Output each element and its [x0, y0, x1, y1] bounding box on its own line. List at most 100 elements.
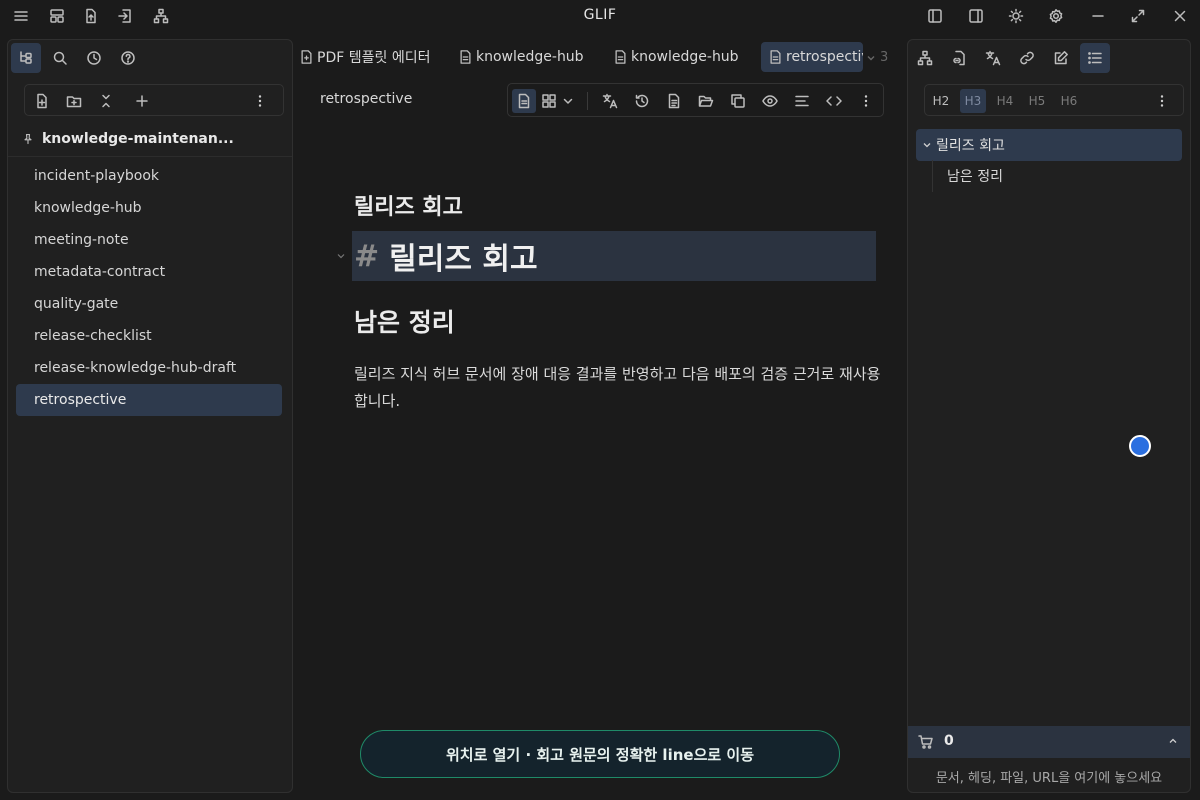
divider: [587, 92, 588, 110]
document-toolbar: [507, 83, 884, 117]
grid-icon[interactable]: [537, 89, 561, 113]
editor-area: PDF 템플릿 에디터 knowledge-hub knowledge-hub …: [300, 39, 900, 793]
file-item-metadata-contract[interactable]: metadata-contract: [16, 256, 282, 288]
chevron-up-icon[interactable]: [1168, 736, 1178, 746]
file-item-release-knowledge-hub-draft[interactable]: release-knowledge-hub-draft: [16, 352, 282, 384]
help-icon[interactable]: [113, 43, 143, 73]
file-item-retrospective[interactable]: retrospective: [16, 384, 282, 416]
tab-label: knowledge-hub: [631, 49, 739, 65]
file-item-knowledge-hub[interactable]: knowledge-hub: [16, 192, 282, 224]
file-link-icon[interactable]: [944, 43, 974, 73]
level-h6[interactable]: H6: [1056, 89, 1082, 113]
open-at-location-banner[interactable]: 위치로 열기 · 회고 원문의 정확한 line으로 이동: [360, 730, 840, 778]
sidebar-left-icon[interactable]: [925, 6, 945, 26]
chevron-down-icon[interactable]: [559, 89, 577, 113]
heading-rendered: 릴리즈 회고: [354, 195, 463, 220]
tab-knowledge-hub[interactable]: knowledge-hub: [451, 42, 590, 72]
menu-icon[interactable]: [11, 6, 31, 26]
file-upload-icon[interactable]: [81, 6, 101, 26]
drop-zone[interactable]: 문서, 헤딩, 파일, URL을 여기에 놓으세요: [908, 758, 1190, 792]
outline-item-label: 남은 정리: [947, 169, 1003, 185]
history-icon[interactable]: [630, 89, 654, 113]
heading-marker: #: [354, 238, 380, 274]
level-h3[interactable]: H3: [960, 89, 986, 113]
sign-in-icon[interactable]: [115, 6, 135, 26]
tab-label: PDF 템플릿 에디터: [317, 50, 431, 66]
outline-list-icon[interactable]: [1080, 43, 1110, 73]
tab-retrospective[interactable]: retrospective: [761, 42, 863, 72]
collapse-all-icon[interactable]: [95, 90, 117, 112]
subheading: 남은 정리: [354, 308, 455, 337]
divider: [8, 156, 292, 157]
more-vertical-icon[interactable]: [1149, 89, 1175, 113]
file-item-meeting-note[interactable]: meeting-note: [16, 224, 282, 256]
tab-label: knowledge-hub: [476, 49, 584, 65]
layout-icon[interactable]: [47, 6, 67, 26]
plus-icon[interactable]: [131, 90, 153, 112]
chevron-down-icon[interactable]: [336, 251, 346, 261]
code-icon[interactable]: [822, 89, 846, 113]
tab-bar: PDF 템플릿 에디터 knowledge-hub knowledge-hub …: [300, 41, 900, 75]
title-bar: GLIF: [0, 0, 1200, 32]
more-vertical-icon[interactable]: [249, 90, 271, 112]
tab-overflow-count: 3: [880, 50, 889, 65]
outline-child-item[interactable]: 남은 정리: [932, 160, 1003, 192]
chevron-down-icon[interactable]: [922, 140, 932, 150]
level-h2[interactable]: H2: [928, 89, 954, 113]
translate-icon[interactable]: [598, 89, 622, 113]
cart-bar[interactable]: 0: [908, 726, 1190, 758]
new-file-icon[interactable]: [31, 90, 53, 112]
translate-icon[interactable]: [978, 43, 1008, 73]
chevron-down-icon: [867, 55, 875, 60]
minimize-icon[interactable]: [1088, 6, 1108, 26]
cart-count: 0: [944, 733, 954, 749]
sitemap-icon[interactable]: [151, 6, 171, 26]
left-panel-tabs: [8, 40, 292, 76]
file-item-release-checklist[interactable]: release-checklist: [16, 320, 282, 352]
heading-level-filter: H2 H3 H4 H5 H6: [924, 84, 1184, 116]
file-item-incident-playbook[interactable]: incident-playbook: [16, 160, 282, 192]
document-header: retrospective: [300, 83, 900, 117]
new-folder-icon[interactable]: [63, 90, 85, 112]
heading-source-line[interactable]: # 릴리즈 회고: [352, 231, 876, 281]
file-icon: [459, 50, 472, 64]
file-explorer-panel: knowledge-maintenan... incident-playbook…: [7, 39, 293, 793]
paragraph: 릴리즈 지식 허브 문서에 장애 대응 결과를 반영하고 다음 배포의 검증 근…: [354, 365, 881, 410]
level-h5[interactable]: H5: [1024, 89, 1050, 113]
more-vertical-icon[interactable]: [854, 89, 878, 113]
file-text-icon[interactable]: [662, 89, 686, 113]
folder-open-icon[interactable]: [694, 89, 718, 113]
align-icon[interactable]: [790, 89, 814, 113]
eye-icon[interactable]: [758, 89, 782, 113]
tab-overflow[interactable]: 3: [866, 50, 888, 65]
pin-icon: [22, 133, 34, 145]
history-icon[interactable]: [79, 43, 109, 73]
graph-icon[interactable]: [910, 43, 940, 73]
sidebar-right-icon[interactable]: [966, 6, 986, 26]
tab-pdf-template-editor[interactable]: PDF 템플릿 에디터: [300, 42, 436, 72]
file-item-quality-gate[interactable]: quality-gate: [16, 288, 282, 320]
document-icon[interactable]: [512, 89, 536, 113]
maximize-icon[interactable]: [1128, 6, 1148, 26]
edit-icon[interactable]: [1046, 43, 1076, 73]
explorer-toolbar: [24, 84, 284, 116]
sun-icon[interactable]: [1006, 6, 1026, 26]
file-list: incident-playbook knowledge-hub meeting-…: [16, 160, 282, 416]
search-icon[interactable]: [45, 43, 75, 73]
tab-label: retrospective: [786, 49, 863, 65]
copy-icon[interactable]: [726, 89, 750, 113]
link-icon[interactable]: [1012, 43, 1042, 73]
file-icon: [769, 50, 782, 64]
gear-icon[interactable]: [1046, 6, 1066, 26]
outline-item[interactable]: 릴리즈 회고: [916, 129, 1182, 161]
vault-root[interactable]: knowledge-maintenan...: [22, 128, 282, 150]
file-icon: [614, 50, 627, 64]
close-icon[interactable]: [1170, 6, 1190, 26]
outline-panel: H2 H3 H4 H5 H6 릴리즈 회고 남은 정리 0 문서, 헤딩, 파일…: [907, 39, 1191, 793]
level-h4[interactable]: H4: [992, 89, 1018, 113]
outline-item-label: 릴리즈 회고: [936, 138, 1005, 154]
tab-knowledge-hub-2[interactable]: knowledge-hub: [606, 42, 745, 72]
file-tree-icon[interactable]: [11, 43, 41, 73]
heading-source-text: 릴리즈 회고: [389, 242, 538, 277]
status-indicator[interactable]: [1129, 435, 1151, 457]
